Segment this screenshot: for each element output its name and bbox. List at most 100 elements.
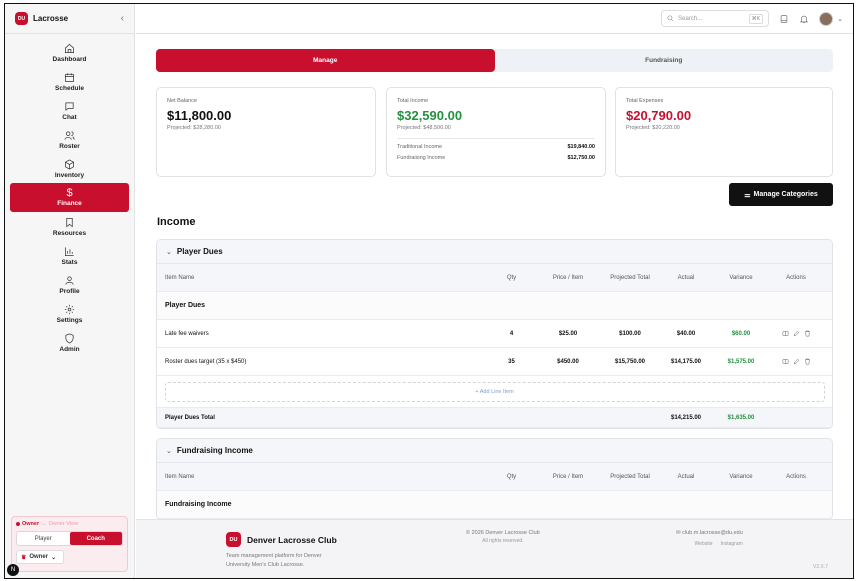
copy-icon[interactable]: [782, 330, 789, 337]
role-toggle: Player Coach: [16, 531, 123, 546]
sidebar-item-label: Roster: [59, 142, 80, 150]
chevron-down-icon: ⌄: [166, 248, 172, 256]
sidebar-item-settings[interactable]: Settings: [5, 299, 134, 328]
collapse-sidebar-icon[interactable]: ‹: [121, 13, 124, 24]
row-label: Traditional Income: [397, 144, 443, 150]
sidebar-item-label: Admin: [59, 345, 80, 353]
trash-icon[interactable]: [804, 330, 811, 337]
owner-select[interactable]: ♛ Owner ⌄: [16, 550, 64, 564]
pencil-icon[interactable]: [793, 358, 800, 365]
section-header[interactable]: ⌄ Player Dues: [157, 240, 832, 264]
total-label: Player Dues Total: [165, 414, 215, 421]
search-placeholder: Search...: [678, 15, 703, 22]
row-actions: [768, 358, 824, 365]
sidebar-item-inventory[interactable]: Inventory: [5, 154, 134, 183]
dollar-icon: $: [66, 187, 73, 199]
group-row: Player Dues: [157, 292, 832, 320]
player-toggle-button[interactable]: Player: [17, 532, 70, 545]
sidebar-item-finance[interactable]: $ Finance: [10, 183, 129, 212]
footer-club-name: Denver Lacrosse Club: [247, 534, 337, 545]
tab-fundraising[interactable]: Fundraising: [495, 49, 834, 72]
item-actual: $14,175.00: [670, 358, 702, 365]
card-projected: Projected: $28,280.00: [167, 125, 221, 131]
trash-icon[interactable]: [804, 358, 811, 365]
card-value: $32,590.00: [397, 108, 463, 123]
traditional-income-row: Traditional Income $19,840.00: [397, 144, 595, 150]
sidebar-item-schedule[interactable]: Schedule: [5, 67, 134, 96]
sidebar-item-label: Finance: [57, 200, 82, 207]
search-input[interactable]: Search... ⌘K: [661, 10, 770, 27]
fundraising-income-row: Fundraising Income $12,750.00: [397, 155, 595, 161]
chevron-down-icon: ⌄: [166, 447, 172, 455]
total-expenses-card: Total Expenses $20,790.00 Projected: $20…: [615, 87, 833, 177]
role-status: Owner → Owner View: [16, 521, 123, 527]
search-icon: [667, 15, 674, 22]
footer-logo: DU Denver Lacrosse Club: [226, 532, 346, 547]
sidebar-nav: Dashboard Schedule Chat Roster Inventory…: [5, 34, 134, 357]
section-title: Fundraising Income: [176, 446, 253, 455]
tab-manage[interactable]: Manage: [156, 49, 495, 72]
tablet-icon[interactable]: [779, 14, 789, 24]
chat-icon: [65, 101, 74, 111]
website-link[interactable]: Website: [695, 541, 713, 547]
row-value: $19,840.00: [567, 144, 595, 150]
sidebar-item-chat[interactable]: Chat: [5, 96, 134, 125]
row-value: $12,750.00: [567, 155, 595, 161]
col-projected: Projected Total: [610, 473, 650, 480]
col-actual: Actual: [677, 473, 695, 480]
role-owner-label: Owner: [22, 521, 40, 527]
dev-badge[interactable]: N: [7, 564, 19, 576]
col-actions: Actions: [786, 473, 806, 480]
table-row: Roster dues target (35 x $450) 35 $450.0…: [157, 348, 832, 376]
sidebar-item-resources[interactable]: Resources: [5, 212, 134, 241]
player-dues-section: ⌄ Player Dues Item Name Qty Price / Item…: [156, 239, 833, 429]
footer-description: Team management platform for Denver Univ…: [226, 553, 322, 568]
avatar[interactable]: [819, 11, 834, 26]
item-name: Late fee waivers: [165, 330, 209, 337]
income-heading: Income: [157, 216, 196, 228]
sidebar-item-label: Resources: [52, 229, 87, 237]
item-actual: $40.00: [676, 330, 696, 337]
chart-icon: [65, 246, 74, 256]
copyright-text: © 2026 Denver Lacrosse Club: [466, 530, 540, 536]
brand-name: Lacrosse: [33, 14, 69, 23]
sidebar-item-admin[interactable]: Admin: [5, 328, 134, 357]
col-variance: Variance: [729, 274, 753, 281]
sidebar: DU Lacrosse ‹ Dashboard Schedule Chat Ro…: [5, 4, 135, 578]
instagram-link[interactable]: Instagram: [721, 541, 743, 547]
bell-icon[interactable]: [799, 14, 809, 24]
sidebar-item-stats[interactable]: Stats: [5, 241, 134, 270]
chevron-down-icon[interactable]: ⌄: [837, 15, 843, 23]
total-income-card: Total Income $32,590.00 Projected: $48,5…: [386, 87, 606, 177]
search-shortcut: ⌘K: [748, 13, 764, 24]
copy-icon[interactable]: [782, 358, 789, 365]
add-line-item-button[interactable]: + Add Line Item: [164, 381, 825, 402]
sidebar-item-profile[interactable]: Profile: [5, 270, 134, 299]
section-header[interactable]: ⌄ Fundraising Income: [157, 439, 832, 463]
group-label: Fundraising Income: [165, 501, 232, 508]
owner-select-label: Owner: [29, 554, 49, 560]
coach-toggle-button[interactable]: Coach: [69, 532, 122, 545]
footer-brand: DU Denver Lacrosse Club Team management …: [226, 532, 346, 570]
row-actions: [768, 330, 824, 337]
footer-email[interactable]: ✉ club.m.lacrosse@du.edu: [676, 530, 743, 536]
finance-main: Manage Fundraising Net Balance $11,800.0…: [136, 35, 853, 578]
manage-categories-button[interactable]: ⚌ Manage Categories: [729, 183, 833, 206]
col-actions: Actions: [786, 274, 806, 281]
item-projected: $100.00: [619, 330, 641, 337]
section-total-row: Player Dues Total $14,215.00 $1,635.00: [157, 408, 832, 428]
col-qty: Qty: [506, 274, 517, 281]
sliders-icon: ⚌: [744, 191, 751, 199]
gear-icon: [64, 304, 75, 314]
section-title: Player Dues: [176, 247, 223, 256]
calendar-icon: [65, 72, 74, 82]
sidebar-item-roster[interactable]: Roster: [5, 125, 134, 154]
sidebar-item-label: Schedule: [55, 84, 84, 92]
add-line-row: + Add Line Item: [157, 376, 832, 408]
net-balance-card: Net Balance $11,800.00 Projected: $28,28…: [156, 87, 376, 177]
footer-copyright: © 2026 Denver Lacrosse Club All rights r…: [466, 530, 540, 544]
sidebar-item-dashboard[interactable]: Dashboard: [5, 38, 134, 67]
arrow-icon: →: [41, 521, 47, 527]
card-label: Total Income: [397, 98, 429, 104]
pencil-icon[interactable]: [793, 330, 800, 337]
